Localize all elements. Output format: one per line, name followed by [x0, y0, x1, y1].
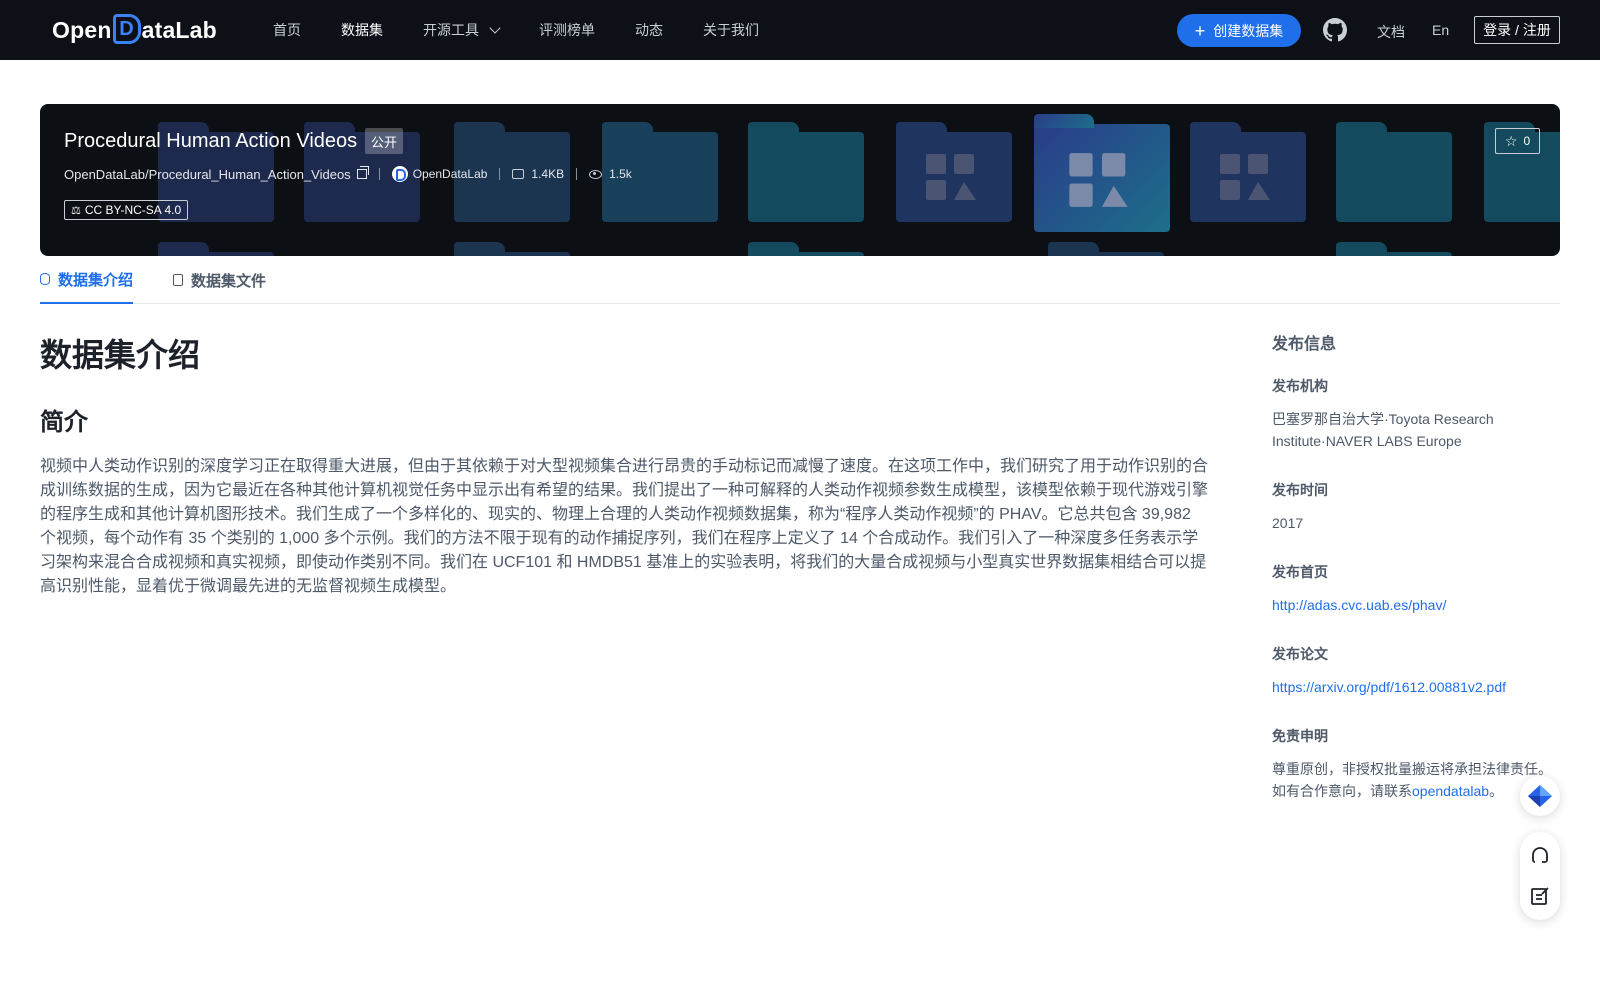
- time-value: 2017: [1272, 515, 1304, 531]
- docs-link[interactable]: 文档: [1377, 22, 1405, 42]
- tab-dataset-intro-label: 数据集介绍: [58, 271, 134, 289]
- floating-tools: [1520, 832, 1560, 920]
- nav-item-open-source-tools-label: 开源工具: [423, 22, 479, 38]
- eye-icon: [589, 169, 603, 179]
- nav-item-leaderboard[interactable]: 评测榜单: [539, 20, 595, 40]
- tab-dataset-files[interactable]: 数据集文件: [173, 256, 266, 304]
- star-icon: ☆: [1504, 132, 1518, 149]
- paper-label: 发布论文: [1272, 646, 1328, 662]
- folder-decoration-highlight: [1034, 114, 1170, 232]
- file-icon: [173, 274, 183, 286]
- folder-shapes-icon: [1220, 154, 1270, 200]
- nav-item-news[interactable]: 动态: [635, 20, 663, 40]
- dataset-size: 1.4KB: [531, 167, 565, 181]
- chevron-down-icon: [489, 22, 501, 34]
- disclaimer-label: 免责申明: [1272, 728, 1328, 744]
- divider: [378, 168, 380, 180]
- logo-d-mark: D: [112, 14, 141, 44]
- disk-icon: [512, 169, 525, 179]
- feedback-button[interactable]: [1520, 776, 1560, 816]
- disclaimer-prefix: 如有合作意向，请联系: [1272, 783, 1412, 799]
- dataset-title: Procedural Human Action Videos: [64, 130, 358, 152]
- view-count: 1.5k: [609, 167, 632, 181]
- plus-icon: +: [1194, 20, 1206, 41]
- visibility-badge: 公开: [365, 128, 404, 154]
- folder-decoration: [748, 122, 864, 222]
- edit-feedback-button[interactable]: [1520, 876, 1560, 916]
- nav-item-datasets[interactable]: 数据集: [341, 20, 383, 40]
- opendatalab-logo[interactable]: Open D ataLab: [52, 14, 217, 46]
- login-register-button[interactable]: 登录 / 注册: [1474, 16, 1560, 44]
- logo-text-suffix: ataLab: [141, 16, 217, 43]
- nav-item-about[interactable]: 关于我们: [703, 20, 759, 40]
- folder-shapes-icon: [926, 154, 976, 200]
- nav-item-home[interactable]: 首页: [273, 20, 301, 40]
- scale-icon: ⚖: [71, 204, 81, 217]
- create-dataset-label: 创建数据集: [1213, 22, 1284, 39]
- disclaimer-line-1: 尊重原创，非授权批量搬运将承担法律责任。: [1272, 761, 1552, 777]
- disclaimer-line-2: 如有合作意向，请联系opendatalab。: [1272, 780, 1560, 802]
- publisher-avatar-icon: [391, 166, 408, 182]
- description-paragraph: 视频中人类动作识别的深度学习正在取得重大进展，但由于其依赖于对大型视频集合进行昂…: [40, 458, 1209, 595]
- publisher-name[interactable]: OpenDataLab: [413, 167, 488, 181]
- contact-link[interactable]: opendatalab: [1412, 783, 1489, 799]
- time-label: 发布时间: [1272, 482, 1328, 498]
- database-icon: [40, 273, 50, 285]
- folder-decoration: [1336, 122, 1452, 222]
- github-icon[interactable]: [1323, 18, 1347, 42]
- create-dataset-button[interactable]: + 创建数据集: [1177, 14, 1301, 47]
- star-button[interactable]: ☆ 0: [1495, 128, 1540, 154]
- license-label: CC BY-NC-SA 4.0: [84, 203, 182, 217]
- repo-path: OpenDataLab/Procedural_Human_Action_Vide…: [64, 166, 351, 182]
- headset-icon: [1532, 847, 1548, 863]
- org-label: 发布机构: [1272, 378, 1328, 394]
- folder-decoration: [896, 122, 1012, 222]
- customer-service-button[interactable]: [1520, 836, 1560, 876]
- license-badge: ⚖ CC BY-NC-SA 4.0: [64, 200, 189, 220]
- dataset-banner: Procedural Human Action Videos 公开 OpenDa…: [40, 104, 1560, 256]
- top-navbar: Open D ataLab 首页 数据集 开源工具 评测榜单 动态 关于我们 +…: [0, 0, 1600, 60]
- star-count: 0: [1523, 134, 1531, 148]
- copy-icon[interactable]: [356, 166, 369, 179]
- content-subheading: 简介: [40, 409, 88, 436]
- folder-shapes-icon: [1069, 153, 1128, 207]
- logo-text-prefix: Open: [52, 16, 112, 43]
- divider: [576, 168, 578, 180]
- content-heading: 数据集介绍: [40, 337, 201, 373]
- feedback-icon: [1528, 785, 1552, 807]
- language-switch[interactable]: En: [1432, 22, 1449, 38]
- disclaimer-text: 尊重原创，非授权批量搬运将承担法律责任。 如有合作意向，请联系opendatal…: [1272, 758, 1560, 802]
- org-value: 巴塞罗那自治大学·Toyota Research Institute·NAVER…: [1272, 411, 1494, 449]
- divider: [499, 168, 501, 180]
- homepage-label: 发布首页: [1272, 564, 1328, 580]
- tab-dataset-intro[interactable]: 数据集介绍: [40, 256, 134, 304]
- dataset-meta-row: OpenDataLab/Procedural_Human_Action_Vide…: [64, 166, 632, 182]
- disclaimer-suffix: 。: [1489, 783, 1504, 799]
- release-info-title: 发布信息: [1272, 336, 1337, 353]
- release-info-panel: 发布信息 发布机构 巴塞罗那自治大学·Toyota Research Insti…: [1272, 330, 1560, 830]
- folder-decoration: [1190, 122, 1306, 222]
- paper-link[interactable]: https://arxiv.org/pdf/1612.00881v2.pdf: [1272, 676, 1560, 698]
- tab-dataset-files-label: 数据集文件: [191, 272, 267, 290]
- dataset-tabs: 数据集介绍 数据集文件: [40, 256, 1560, 304]
- homepage-link[interactable]: http://adas.cvc.uab.es/phav/: [1272, 594, 1560, 616]
- nav-item-open-source-tools[interactable]: 开源工具: [423, 20, 501, 40]
- edit-icon: [1531, 887, 1549, 905]
- main-nav: 首页 数据集 开源工具 评测榜单 动态 关于我们: [273, 0, 799, 60]
